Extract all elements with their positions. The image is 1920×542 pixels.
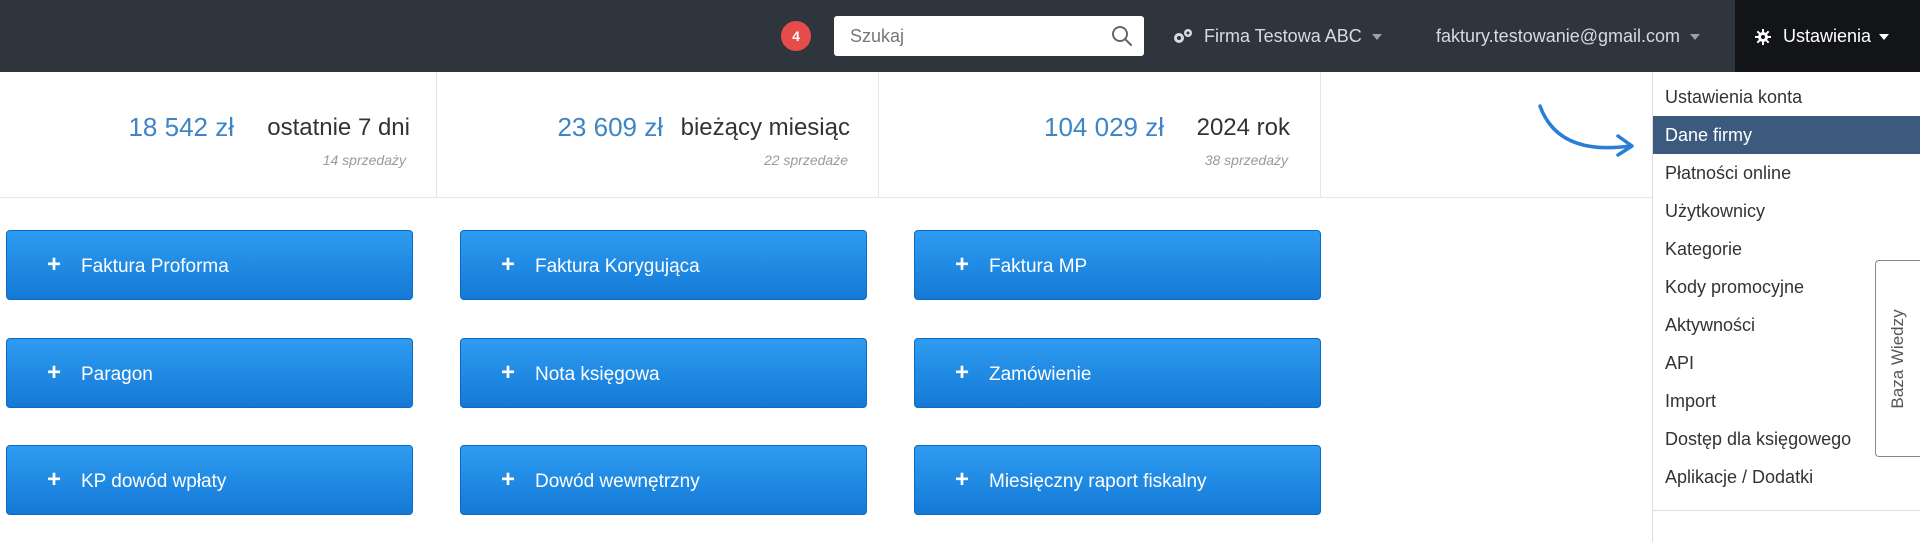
zamowienie-button[interactable]: + Zamówienie <box>914 338 1321 408</box>
menu-item-aplikacje-dodatki[interactable]: Aplikacje / Dodatki <box>1653 458 1920 496</box>
stat-count: 38 sprzedaży <box>1204 152 1288 168</box>
button-label: KP dowód wpłaty <box>81 471 227 492</box>
stat-period: bieżący miesiąc <box>680 114 850 141</box>
plus-icon: + <box>501 251 516 278</box>
paragon-button[interactable]: + Paragon <box>6 338 413 408</box>
knowledge-base-tab[interactable]: Baza Wiedzy <box>1875 260 1920 457</box>
user-email: faktury.testowanie@gmail.com <box>1436 26 1681 46</box>
plus-icon: + <box>47 466 62 493</box>
kp-dowod-wplaty-button[interactable]: + KP dowód wpłaty <box>6 445 413 515</box>
button-label: Zamówienie <box>989 364 1092 385</box>
button-label: Faktura MP <box>989 256 1088 277</box>
curved-arrow-icon <box>1538 104 1634 157</box>
plus-icon: + <box>955 251 970 278</box>
stat-amount: 18 542 zł <box>128 112 234 142</box>
plus-icon: + <box>501 359 516 386</box>
chevron-down-icon <box>1371 34 1382 41</box>
menu-item-uzytkownicy[interactable]: Użytkownicy <box>1653 192 1920 230</box>
faktura-proforma-button[interactable]: + Faktura Proforma <box>6 230 413 300</box>
search-icon[interactable] <box>1110 24 1134 48</box>
stat-period: ostatnie 7 dni <box>267 114 410 141</box>
notification-badge[interactable]: 4 <box>781 21 811 51</box>
plus-icon: + <box>955 359 970 386</box>
plus-icon: + <box>47 251 62 278</box>
top-navbar: 4 Firma Testowa ABC faktury.testowanie@g… <box>0 0 1920 72</box>
button-label: Faktura Korygująca <box>535 256 700 277</box>
miesieczny-raport-button[interactable]: + Miesięczny raport fiskalny <box>914 445 1321 515</box>
search-input[interactable] <box>834 16 1104 56</box>
settings-label: Ustawienia <box>1783 26 1872 46</box>
search-box <box>834 16 1144 56</box>
plus-icon: + <box>955 466 970 493</box>
company-name: Firma Testowa ABC <box>1204 26 1362 46</box>
plus-icon: + <box>501 466 516 493</box>
menu-item-platnosci-online[interactable]: Płatności online <box>1653 154 1920 192</box>
faktura-korygujaca-button[interactable]: + Faktura Korygująca <box>460 230 867 300</box>
button-label: Dowód wewnętrzny <box>535 471 700 492</box>
chevron-down-icon <box>1879 34 1890 41</box>
button-label: Paragon <box>81 364 153 385</box>
nota-ksiegowa-button[interactable]: + Nota księgowa <box>460 338 867 408</box>
company-switcher[interactable]: Firma Testowa ABC <box>1172 0 1382 72</box>
button-label: Nota księgowa <box>535 364 660 385</box>
stat-current-month[interactable]: 23 609 zł bieżący miesiąc 22 sprzedaże <box>437 72 879 198</box>
faktura-mp-button[interactable]: + Faktura MP <box>914 230 1321 300</box>
settings-menu-toggle[interactable]: Ustawienia <box>1735 0 1920 72</box>
plus-icon: + <box>47 359 62 386</box>
button-label: Miesięczny raport fiskalny <box>989 471 1207 492</box>
menu-item-dane-firmy[interactable]: Dane firmy <box>1653 116 1920 154</box>
gear-icon <box>1755 29 1771 46</box>
menu-item-ustawienia-konta[interactable]: Ustawienia konta <box>1653 78 1920 116</box>
dowod-wewnetrzny-button[interactable]: + Dowód wewnętrzny <box>460 445 867 515</box>
stat-count: 14 sprzedaży <box>322 152 406 168</box>
user-account-menu[interactable]: faktury.testowanie@gmail.com <box>1436 0 1701 72</box>
stat-period: 2024 rok <box>1196 114 1290 141</box>
knowledge-base-label: Baza Wiedzy <box>1888 308 1907 409</box>
menu-divider <box>1653 510 1920 511</box>
stat-year[interactable]: 104 029 zł 2024 rok 38 sprzedaży <box>879 72 1321 198</box>
chevron-down-icon <box>1690 34 1701 41</box>
stat-last-7-days[interactable]: 18 542 zł ostatnie 7 dni 14 sprzedaży <box>0 72 437 198</box>
stat-amount: 23 609 zł <box>557 112 663 142</box>
stat-amount: 104 029 zł <box>1044 112 1164 142</box>
stat-count: 22 sprzedaże <box>763 152 848 168</box>
gears-icon <box>1174 29 1192 44</box>
button-label: Faktura Proforma <box>81 256 229 277</box>
